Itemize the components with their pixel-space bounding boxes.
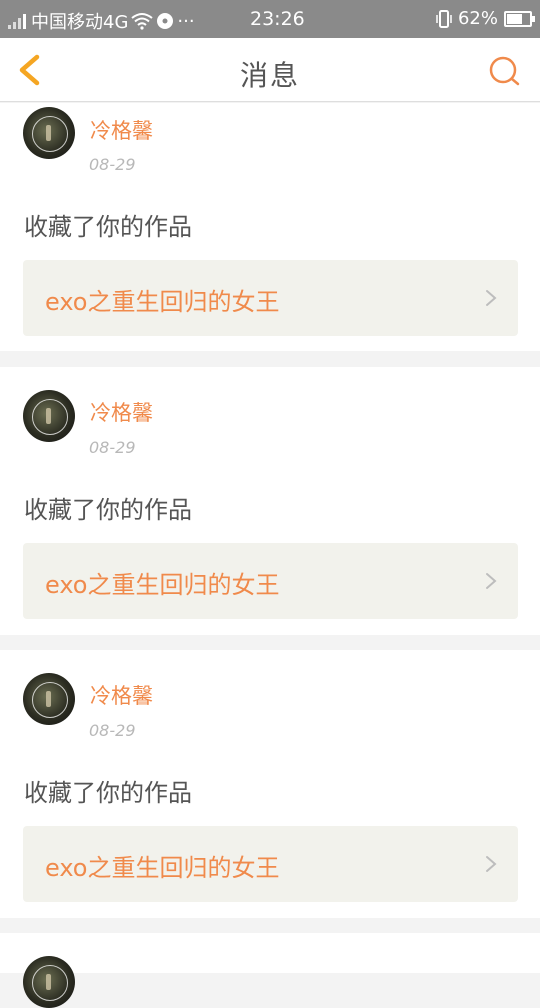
status-left: 中国移动4G ··· <box>8 8 195 34</box>
more-notifications-icon: ··· <box>177 10 195 32</box>
page-title: 消息 <box>239 59 300 92</box>
battery-fill <box>507 13 522 24</box>
message-date: 08-29 <box>89 721 136 740</box>
message-username[interactable]: 冷格馨 <box>90 115 153 145</box>
status-time: 23:26 <box>250 8 305 30</box>
message-card: 冷格馨 08-29 收藏了你的作品 exo之重生回归的女王 <box>0 103 540 351</box>
message-action: 收藏了你的作品 <box>24 496 192 524</box>
message-username[interactable]: 冷格馨 <box>90 680 153 710</box>
work-link[interactable]: exo之重生回归的女王 <box>23 543 518 619</box>
message-card-partial <box>0 933 540 1008</box>
work-title: exo之重生回归的女王 <box>45 571 280 599</box>
work-title: exo之重生回归的女王 <box>45 854 280 882</box>
status-bar: 中国移动4G ··· 23:26 62% <box>0 0 540 38</box>
chevron-right-icon <box>486 573 497 589</box>
chevron-right-icon <box>486 856 497 872</box>
disc-icon <box>157 13 174 29</box>
status-right: 62% <box>436 8 535 29</box>
wifi-icon <box>131 13 154 30</box>
avatar[interactable] <box>23 390 75 442</box>
avatar[interactable] <box>23 673 75 725</box>
avatar[interactable] <box>23 956 75 1008</box>
signal-icon <box>8 13 26 29</box>
message-date: 08-29 <box>89 438 136 457</box>
carrier-label: 中国移动4G <box>31 12 129 33</box>
battery-icon <box>504 10 535 27</box>
message-action: 收藏了你的作品 <box>24 213 192 241</box>
work-link[interactable]: exo之重生回归的女王 <box>23 260 518 336</box>
work-title: exo之重生回归的女王 <box>45 288 280 316</box>
battery-label: 62% <box>457 8 498 29</box>
chevron-right-icon <box>486 290 497 306</box>
avatar[interactable] <box>23 107 75 159</box>
vibrate-icon <box>436 9 452 28</box>
work-link[interactable]: exo之重生回归的女王 <box>23 826 518 902</box>
search-icon[interactable] <box>488 55 520 87</box>
message-date: 08-29 <box>89 155 136 174</box>
message-card: 冷格馨 08-29 收藏了你的作品 exo之重生回归的女王 <box>0 650 540 918</box>
message-card: 冷格馨 08-29 收藏了你的作品 exo之重生回归的女王 <box>0 367 540 635</box>
message-action: 收藏了你的作品 <box>24 779 192 807</box>
message-username[interactable]: 冷格馨 <box>90 397 153 427</box>
top-nav-bar: 消息 <box>0 38 540 102</box>
